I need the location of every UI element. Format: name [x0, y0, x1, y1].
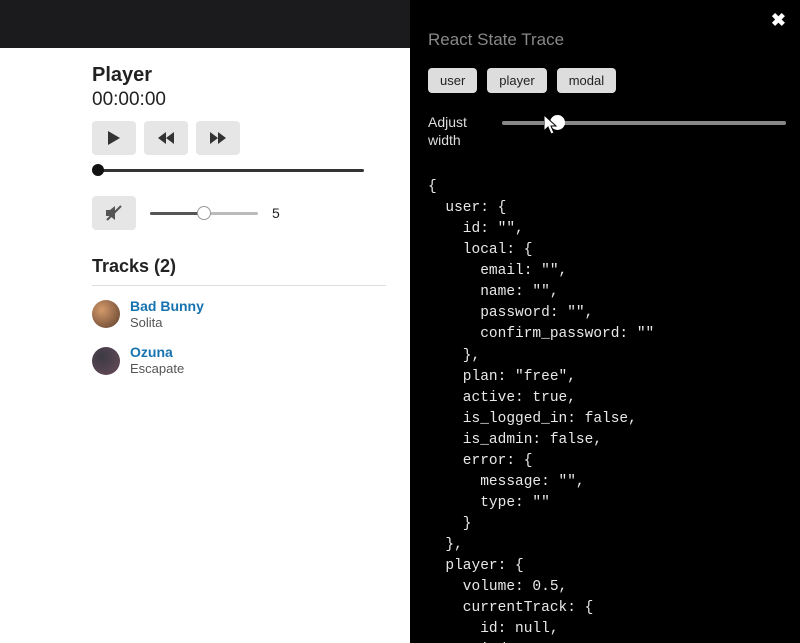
progress-track	[94, 169, 364, 172]
volume-value: 5	[272, 205, 280, 221]
panel-title: React State Trace	[428, 30, 786, 50]
tab-player[interactable]: player	[487, 68, 546, 93]
tracks-list: Bad BunnySolita OzunaEscapate	[92, 298, 386, 377]
tab-user[interactable]: user	[428, 68, 477, 93]
volume-row: 5	[92, 196, 386, 230]
rewind-button[interactable]	[144, 121, 188, 155]
mute-button[interactable]	[92, 196, 136, 230]
player-heading: Player	[92, 64, 386, 87]
volume-thumb[interactable]	[197, 206, 211, 220]
state-debug-output: { user: { id: "", local: { email: "", na…	[428, 177, 786, 643]
width-adjust-row: Adjust width	[428, 113, 786, 149]
track-text: OzunaEscapate	[130, 344, 184, 376]
tracks-heading: Tracks (2)	[92, 256, 386, 277]
width-slider[interactable]	[502, 121, 786, 125]
play-icon	[108, 131, 120, 145]
left-pane: Player 00:00:00	[0, 0, 410, 643]
track-text: Bad BunnySolita	[130, 298, 204, 330]
track-song: Solita	[130, 315, 204, 331]
volume-slider[interactable]	[150, 212, 258, 215]
volume-fill	[150, 212, 204, 215]
width-thumb[interactable]	[550, 115, 565, 130]
avatar	[92, 347, 120, 375]
progress-thumb[interactable]	[92, 164, 104, 176]
rewind-icon	[158, 132, 174, 144]
track-artist: Ozuna	[130, 344, 184, 361]
forward-button[interactable]	[196, 121, 240, 155]
play-button[interactable]	[92, 121, 136, 155]
track-row[interactable]: Bad BunnySolita	[92, 298, 386, 330]
close-icon[interactable]: ✖	[771, 10, 786, 31]
tab-modal[interactable]: modal	[557, 68, 616, 93]
avatar	[92, 300, 120, 328]
track-artist: Bad Bunny	[130, 298, 204, 315]
top-bar	[0, 0, 410, 48]
mute-icon	[105, 204, 123, 222]
tab-row: user player modal	[428, 68, 786, 93]
track-song: Escapate	[130, 361, 184, 377]
player-section: Player 00:00:00	[0, 48, 410, 391]
transport-controls	[92, 121, 386, 155]
forward-icon	[210, 132, 226, 144]
tracks-divider	[92, 285, 386, 286]
state-trace-panel: ✖ React State Trace user player modal Adju…	[410, 0, 800, 643]
width-label: Adjust width	[428, 113, 480, 149]
progress-slider[interactable]	[94, 169, 386, 172]
player-time: 00:00:00	[92, 89, 386, 111]
track-row[interactable]: OzunaEscapate	[92, 344, 386, 376]
